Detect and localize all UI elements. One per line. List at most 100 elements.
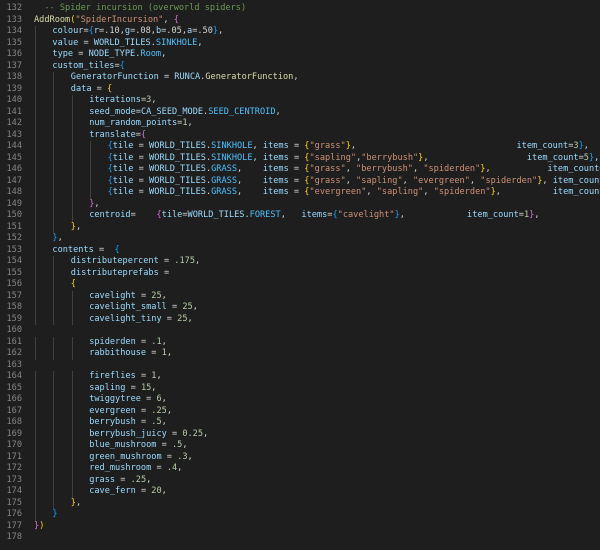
indent-guide xyxy=(53,141,55,153)
indent-guide xyxy=(53,210,55,222)
code-line[interactable]: 137 custom_tiles={ xyxy=(0,60,600,72)
line-number: 158 xyxy=(6,302,22,312)
code-token: tile xyxy=(112,141,134,151)
code-token: "grass" xyxy=(309,175,346,186)
line-number: 169 xyxy=(6,428,22,439)
code-line[interactable]: 144 {tile = WORLD_TILES.SINKHOLE, items =… xyxy=(0,141,600,153)
indent-guide xyxy=(71,313,73,325)
code-line[interactable]: 136 type = NODE_TYPE.Room, xyxy=(0,49,600,61)
code-token: "sapling" xyxy=(356,175,403,186)
code-line[interactable]: 141 seed_mode=CA_SEED_MODE.SEED_CENTROID, xyxy=(0,106,600,118)
code-token: , xyxy=(187,313,193,324)
code-line[interactable]: 164 fireflies = 1, xyxy=(0,371,600,383)
indent-guide xyxy=(71,118,73,130)
code-line[interactable]: 148 {tile = WORLD_TILES.GRASS, items = {"… xyxy=(0,187,600,199)
line-number: 164 xyxy=(6,371,22,381)
code-line[interactable]: 143 translate={ xyxy=(0,129,600,141)
indent-guide xyxy=(71,428,73,440)
code-token: "grass" xyxy=(309,164,346,174)
code-line[interactable]: 165 sapling = 15, xyxy=(0,382,600,394)
code-line[interactable]: 166 twiggytree = 6, xyxy=(0,394,600,406)
code-token: = xyxy=(115,474,131,485)
indent-guide xyxy=(53,187,55,199)
indent-guide xyxy=(53,83,55,95)
code-line[interactable]: 145 {tile = WORLD_TILES.SINKHOLE, items =… xyxy=(0,152,600,164)
line-number: 150 xyxy=(6,210,22,220)
indent-guide xyxy=(35,440,36,452)
code-line[interactable]: 142 num_random_points=1, xyxy=(0,118,600,130)
code-line[interactable]: 161 spiderden = .1, xyxy=(0,336,600,348)
code-line[interactable]: 167 evergreen = .25, xyxy=(0,405,600,417)
code-line[interactable]: 169 berrybush_juicy = 0.25, xyxy=(0,428,600,440)
code-line[interactable]: 173 grass = .25, xyxy=(0,474,600,486)
code-line[interactable]: 157 cavelight = 25, xyxy=(0,290,600,302)
code-line[interactable]: 150 centroid= {tile=WORLD_TILES.FOREST, i… xyxy=(0,210,600,222)
code-token: =.08, xyxy=(130,26,156,36)
code-line[interactable]: 135 value = WORLD_TILES.SINKHOLE, xyxy=(0,37,600,49)
line-number: 161 xyxy=(6,336,22,347)
code-content: berrybush_juicy = 0.25, xyxy=(34,428,208,440)
code-line[interactable]: 176} xyxy=(0,509,600,521)
code-token: items xyxy=(301,210,328,220)
code-line[interactable]: 175}, xyxy=(0,497,600,509)
code-line[interactable]: 154 distributepercent = .175, xyxy=(0,256,600,268)
indent-guide xyxy=(90,187,92,199)
code-token: "grass" xyxy=(309,141,346,151)
code-token: berrybush xyxy=(89,417,136,427)
code-line[interactable]: 168 berrybush = .5, xyxy=(0,417,600,429)
code-line[interactable]: 140 iterations=3, xyxy=(0,95,600,107)
code-token: green_mushroom xyxy=(89,451,162,462)
indent-guide xyxy=(35,95,36,107)
code-token: items xyxy=(262,187,289,197)
code-line[interactable]: 174 cave_fern = 20, xyxy=(0,486,600,498)
code-line[interactable]: 152}, xyxy=(0,233,600,245)
code-line[interactable]: 146 {tile = WORLD_TILES.GRASS, items = {"… xyxy=(0,164,600,176)
code-token: { xyxy=(107,83,113,94)
code-line[interactable]: 159 cavelight_tiny = 25, xyxy=(0,313,600,325)
code-token: = xyxy=(93,244,115,255)
code-content: cavelight = 25, xyxy=(34,290,167,302)
indent-guide xyxy=(90,175,92,187)
code-token: = xyxy=(135,417,152,427)
code-token: , xyxy=(94,198,100,209)
code-content: }, xyxy=(34,198,100,210)
code-line[interactable]: 153 contents = { xyxy=(0,244,600,256)
code-content: } xyxy=(34,509,58,521)
indent-guide xyxy=(90,152,92,164)
indent-guide xyxy=(71,405,73,417)
code-line[interactable]: 147 {tile = WORLD_TILES.GRASS, items = {"… xyxy=(0,175,600,187)
code-line[interactable]: 178 xyxy=(0,532,600,544)
code-line[interactable]: 156 { xyxy=(0,279,600,291)
code-token: , xyxy=(156,371,162,381)
indent-guide xyxy=(71,486,73,498)
code-line[interactable]: 171 green_mushroom = .3, xyxy=(0,451,600,463)
code-line[interactable]: 134 colour={r=.10,g=.08,b=.05,a=.50}, xyxy=(0,26,600,38)
code-line[interactable]: 162 rabbithouse = 1, xyxy=(0,348,600,360)
code-token: = xyxy=(125,382,141,393)
code-line[interactable]: 163 xyxy=(0,360,600,372)
code-token: GeneratorFunction xyxy=(70,72,159,82)
code-line[interactable]: 133 AddRoom("SpiderIncursion", { xyxy=(0,15,600,27)
code-line[interactable]: 139 data = { xyxy=(0,83,600,95)
code-line[interactable]: 138 GeneratorFunction = RUNCA.GeneratorFu… xyxy=(0,72,600,84)
line-number: 143 xyxy=(6,129,22,140)
code-line[interactable]: 160 xyxy=(0,325,600,337)
code-line[interactable]: 177}) xyxy=(0,521,600,533)
code-line[interactable]: 149}, xyxy=(0,198,600,210)
indent-guide xyxy=(35,256,36,268)
code-token: , xyxy=(192,302,198,312)
code-line[interactable]: 132 -- Spider incursion (overworld spide… xyxy=(0,3,600,15)
code-token: , xyxy=(161,336,167,347)
code-token: { xyxy=(140,129,147,140)
code-editor[interactable]: 132 -- Spider incursion (overworld spide… xyxy=(0,0,600,550)
code-line[interactable]: 172 red_mushroom = .4, xyxy=(0,463,600,475)
indent-guide xyxy=(35,152,36,164)
code-token: GRASS xyxy=(211,187,237,197)
code-line[interactable]: 170 blue_mushroom = .5, xyxy=(0,440,600,452)
code-line[interactable]: 155 distributeprefabs = xyxy=(0,267,600,279)
code-content: distributeprefabs = xyxy=(34,267,169,279)
code-line[interactable]: 158 cavelight_small = 25, xyxy=(0,302,600,314)
code-token: , xyxy=(197,37,203,48)
code-line[interactable]: 151}, xyxy=(0,221,600,233)
code-token: "berrybush" xyxy=(356,164,413,174)
